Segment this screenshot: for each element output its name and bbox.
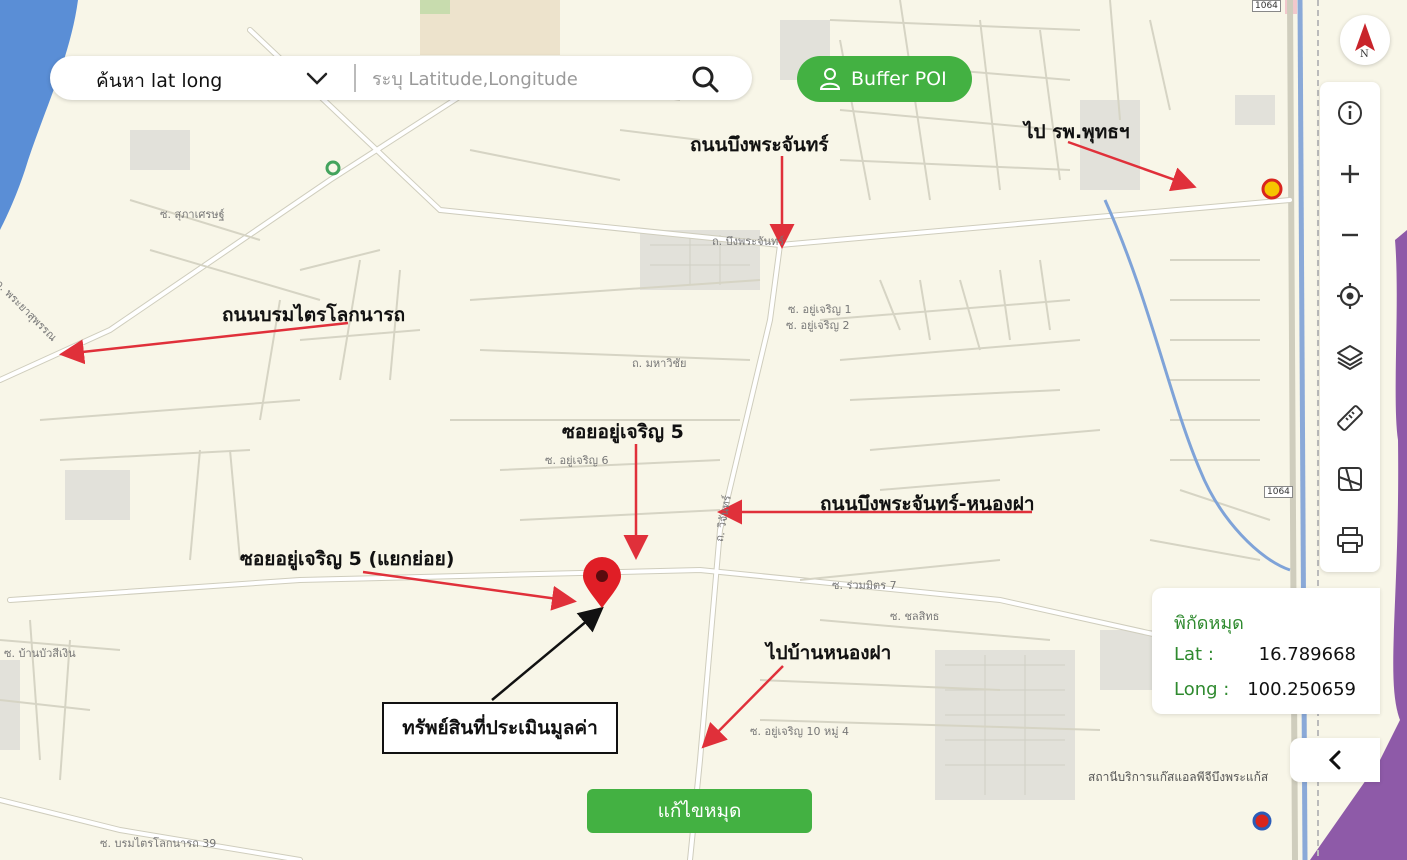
map-label-yucharoen6: ซ. อยู่เจริญ 6 <box>545 454 609 467</box>
buffer-poi-label: Buffer POI <box>851 68 947 90</box>
print-icon[interactable] <box>1334 524 1366 556</box>
pin-coordinates-panel: พิกัดหมุด Lat : 16.789668 Long : 100.250… <box>1152 588 1380 714</box>
shell-station-icon <box>1261 178 1283 200</box>
map-style-icon[interactable] <box>1334 463 1366 495</box>
pin-coordinates-title: พิกัดหมุด <box>1174 613 1244 634</box>
map-label-mahawichai: ถ. มหาวิชัย <box>632 357 687 370</box>
map-canvas[interactable] <box>0 0 1407 860</box>
zoom-out-icon[interactable] <box>1334 219 1366 251</box>
map-label-gas-station: สถานีบริการแก๊สแอลพีจีบึงพระแก้ส <box>1088 770 1269 784</box>
ruler-icon[interactable] <box>1334 402 1366 434</box>
map-label-boromtrai39: ซ. บรมไตรโลกนารถ 39 <box>100 837 217 850</box>
compass-button[interactable]: N <box>1340 15 1390 65</box>
annotation-soi-yucharoen5-sub: ซอยอยู่เจริญ 5 (แยกย่อย) <box>240 548 455 570</box>
map-label-sukhapiban: ซ. สุภาเศรษฐ์ <box>160 208 225 221</box>
asset-callout-label: ทรัพย์สินที่ประเมินมูลค่า <box>402 717 598 739</box>
map-label-bangkrathum: ซ. บ้านบัวสีเงิน <box>4 647 76 660</box>
person-icon <box>819 68 841 90</box>
gas-station-icon <box>1252 811 1272 831</box>
long-label: Long : <box>1174 679 1230 700</box>
annotation-soi-yucharoen5: ซอยอยู่เจริญ 5 <box>562 421 684 443</box>
map-label-bueng: ถ. บึงพระจันทร์ <box>712 235 785 248</box>
lat-value: 16.789668 <box>1258 644 1356 665</box>
annotation-road-boromtrai: ถนนบรมไตรโลกนารถ <box>222 304 406 326</box>
search-bar: ค้นหา lat long <box>50 56 752 100</box>
map-label-chonlasit: ซ. ชลสิทธ <box>890 610 940 623</box>
info-icon[interactable] <box>1334 97 1366 129</box>
search-icon[interactable] <box>690 64 720 94</box>
collapse-panel-button[interactable] <box>1290 738 1380 782</box>
edit-pin-button[interactable]: แก้ไขหมุด <box>587 789 812 833</box>
chevron-down-icon <box>306 72 328 85</box>
map-label-ruamit: ซ. ร่วมมิตร 7 <box>832 579 897 592</box>
route-shield-1064b: 1064 <box>1264 486 1293 498</box>
long-value: 100.250659 <box>1247 679 1356 700</box>
compass-label: N <box>1360 49 1369 60</box>
map-label-yucharoen10: ซ. อยู่เจริญ 10 หมู่ 4 <box>750 725 849 738</box>
asset-callout: ทรัพย์สินที่ประเมินมูลค่า <box>382 702 618 754</box>
lat-label: Lat : <box>1174 644 1214 665</box>
search-mode-label: ค้นหา lat long <box>96 70 223 92</box>
annotation-to-ban-nongfa: ไปบ้านหนองฝา <box>766 642 892 664</box>
locate-icon[interactable] <box>1334 280 1366 312</box>
annotation-road-bueng: ถนนบึงพระจันทร์ <box>690 134 829 156</box>
map-toolbar <box>1320 82 1380 572</box>
green-block <box>420 0 450 14</box>
chevron-left-icon <box>1328 750 1341 770</box>
search-input[interactable] <box>370 62 674 96</box>
search-mode-dropdown[interactable]: ค้นหา lat long <box>50 56 350 100</box>
search-divider <box>354 64 356 92</box>
zoom-in-icon[interactable] <box>1334 158 1366 190</box>
annotation-to-hospital: ไป รพ.พุทธฯ <box>1024 121 1130 143</box>
layers-icon[interactable] <box>1334 341 1366 373</box>
annotation-road-bueng-nongfa: ถนนบึงพระจันทร์-หนองฝา <box>820 493 1035 515</box>
map-label-yucharoen2: ซ. อยู่เจริญ 2 <box>786 319 850 332</box>
buffer-poi-button[interactable]: Buffer POI <box>797 56 972 102</box>
route-shield-1064: 1064 <box>1252 0 1281 12</box>
